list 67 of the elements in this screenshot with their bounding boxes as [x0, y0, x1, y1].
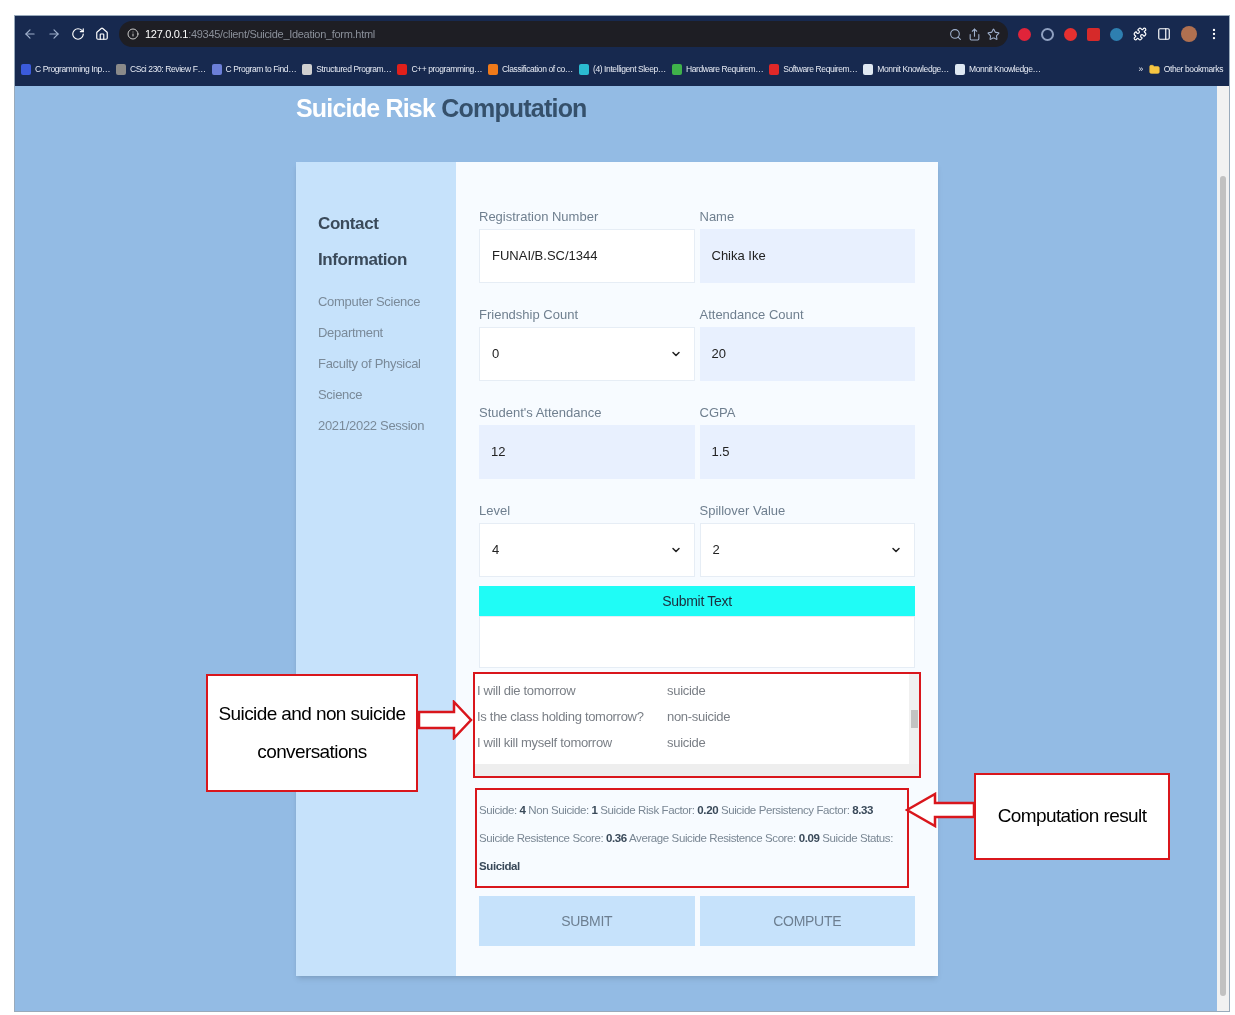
input-field[interactable]: 12 — [479, 425, 695, 479]
bookmark-item[interactable]: Structured Program… — [302, 62, 392, 76]
vertical-scrollbar[interactable] — [909, 674, 919, 764]
select-field[interactable]: 0 — [479, 327, 695, 381]
bookmark-item[interactable]: (4) Intelligent Sleep… — [578, 62, 666, 76]
url-host: 127.0.0.1 — [145, 26, 189, 42]
bookmark-item[interactable]: C Program to Find… — [211, 62, 297, 76]
forward-icon[interactable] — [47, 27, 61, 41]
field-label: Level — [479, 502, 512, 519]
conversation-row[interactable]: I will kill myself tomorrow suicide — [477, 730, 909, 756]
reload-icon[interactable] — [71, 27, 85, 41]
share-icon[interactable] — [968, 27, 981, 41]
select-field[interactable]: 4 — [479, 523, 695, 577]
folder-icon — [1148, 63, 1160, 75]
input-field[interactable]: FUNAI/B.SC/1344 — [479, 229, 695, 283]
contact-line: Department — [318, 324, 384, 342]
avatar-icon[interactable] — [1181, 26, 1197, 42]
bookmark-item[interactable]: Hardware Requirem… — [671, 62, 764, 76]
contact-line: Faculty of Physical — [318, 355, 422, 373]
bookmark-item[interactable]: Classification of co… — [488, 62, 573, 76]
select-field[interactable]: 2 — [699, 523, 915, 577]
extension-icon[interactable] — [1064, 27, 1077, 41]
side-panel-icon[interactable] — [1157, 27, 1171, 41]
extension-icon[interactable] — [1018, 27, 1031, 41]
more-bookmarks-button[interactable]: » — [1138, 62, 1143, 76]
address-bar[interactable]: 127.0.0.1:49345/client/Suicide_Ideation_form.html — [119, 21, 1008, 47]
bookmark-item[interactable]: Monnit Knowledge… — [863, 62, 949, 76]
bookmark-item[interactable]: CSci 230: Review F… — [116, 62, 206, 76]
submit-text-button[interactable]: Submit Text — [479, 586, 915, 616]
contact-heading: Information — [318, 249, 409, 271]
horizontal-scrollbar[interactable] — [475, 764, 919, 776]
field-label: Attendance Count — [699, 306, 805, 323]
field-label: Friendship Count — [479, 306, 579, 323]
home-icon[interactable] — [95, 27, 109, 41]
bookmark-folder[interactable]: Other bookmarks — [1148, 62, 1223, 76]
conversation-row[interactable]: I will die tomorrow suicide — [477, 678, 909, 704]
page-scrollbar[interactable] — [1217, 86, 1229, 1011]
contact-line: 2021/2022 Session — [318, 417, 426, 435]
bookmark-star-icon[interactable] — [987, 27, 1000, 41]
conversation-row[interactable]: Is the class holding tomorrow? non-suicide — [477, 704, 909, 730]
input-field[interactable]: Chika Ike — [699, 229, 915, 283]
bookmark-item[interactable]: Software Requirem… — [769, 62, 858, 76]
input-field[interactable]: 20 — [699, 327, 915, 381]
page-title: Suicide Risk Computation — [296, 93, 588, 124]
contact-line: Computer Science — [318, 293, 422, 311]
zoom-icon[interactable] — [949, 27, 962, 41]
contact-heading: Contact — [318, 213, 380, 235]
extension-icon[interactable] — [1110, 27, 1123, 41]
url-path: :49345/client/Suicide_Ideation_form.html — [188, 26, 375, 42]
extension-icon[interactable] — [1041, 27, 1054, 41]
back-icon[interactable] — [23, 27, 37, 41]
puzzle-icon[interactable] — [1133, 27, 1147, 41]
field-label: Spillover Value — [699, 502, 787, 519]
info-icon — [127, 28, 139, 40]
field-label: Student's Attendance — [479, 404, 603, 421]
input-field[interactable]: 1.5 — [699, 425, 915, 479]
bookmark-item[interactable]: C++ programming… — [397, 62, 482, 76]
extension-icon[interactable] — [1087, 27, 1100, 41]
contact-line: Science — [318, 386, 364, 404]
field-label: CGPA — [699, 404, 737, 421]
callout-text: Computation result — [997, 804, 1147, 829]
bookmark-item[interactable]: C Programming Inp… — [21, 62, 110, 76]
computation-result: Suicide: 4 Non Suicide: 1 Suicide Risk Factor: 0.20 Suicide Persistency Factor: 8.33 Suicide Resistence Score: 0.36 Average Suicide Resistence Score: 0.09 Suicide Status: Suicidal — [479, 803, 894, 874]
field-label: Name — [699, 208, 736, 225]
bookmark-item[interactable]: Monnit Knowledge… — [954, 62, 1041, 76]
callout-text: Suicide and non suicide conversations — [218, 702, 406, 764]
field-label: Registration Number — [479, 208, 600, 225]
